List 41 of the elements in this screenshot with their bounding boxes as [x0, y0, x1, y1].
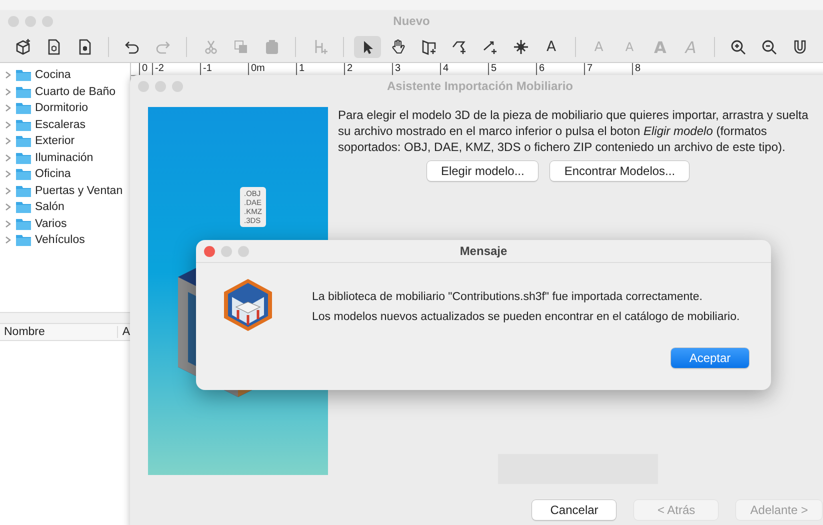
catalog-item[interactable]: Cocina — [0, 67, 130, 84]
column-header[interactable]: Nombre — [0, 326, 118, 338]
catalog-item[interactable]: Iluminación — [0, 150, 130, 166]
catalog-item[interactable]: Puertas y Ventan — [0, 182, 130, 199]
folder-icon — [16, 218, 31, 230]
window-title: Nuevo — [393, 14, 430, 28]
room-plus-icon — [420, 38, 438, 56]
catalog-item[interactable]: Salón — [0, 199, 130, 216]
catalog-item[interactable]: Exterior — [0, 133, 130, 150]
catalog-item[interactable]: Varios — [0, 216, 130, 232]
zoom-in-icon — [729, 38, 748, 56]
window-title: Asistente Importación Mobiliario — [386, 79, 574, 93]
folder-icon — [16, 168, 31, 180]
model-button[interactable]: Encontrar Modelos... — [550, 161, 690, 181]
model-button[interactable]: Elegir modelo... — [426, 161, 538, 181]
folder-icon — [16, 69, 31, 82]
column-header[interactable]: A — [118, 326, 130, 338]
catalog-item[interactable]: Oficina — [0, 166, 130, 182]
folder-icon — [16, 234, 31, 246]
message-text: Los modelos nuevos actualizados se pueden encontrar en el catálogo de mobiliario. — [312, 310, 741, 325]
dialog-button[interactable]: Aceptar — [671, 348, 749, 368]
folder-icon — [16, 135, 31, 148]
zoom-out-icon — [760, 38, 778, 56]
window-title: Mensaje — [460, 244, 508, 258]
folder-icon — [16, 184, 31, 197]
cube-icon — [14, 38, 32, 56]
catalog-item[interactable]: Dormitorio — [0, 100, 130, 116]
instructions-text: Para elegir el modelo 3D de la pieza de mobiliario que quieres importar, arrastra y suelta su archivo mostrado en el marco inferior o pulsa el boton Eligir modelo (formatos soportados: OBJ, DAE, KMZ, 3DS o fichero ZIP conteniedo un archivo de este tipo). — [338, 107, 810, 155]
folder-icon — [16, 86, 31, 98]
catalog-item[interactable]: Escaleras — [0, 116, 130, 133]
close-button[interactable] — [204, 246, 215, 256]
catalog-item[interactable]: Cuarto de Baño — [0, 84, 130, 100]
catalog-item[interactable]: Vehículos — [0, 232, 130, 248]
pointer-button[interactable] — [354, 36, 381, 58]
folder-icon — [16, 102, 31, 114]
folder-icon — [16, 152, 31, 164]
dialog-button[interactable]: Cancelar — [532, 500, 616, 520]
add-text-button[interactable]: A — [538, 36, 565, 58]
folder-icon — [16, 118, 31, 131]
folder-icon — [16, 201, 31, 214]
message-text: La biblioteca de mobiliario "Contributions.sh3f" fue importada correctamente. — [312, 290, 704, 305]
